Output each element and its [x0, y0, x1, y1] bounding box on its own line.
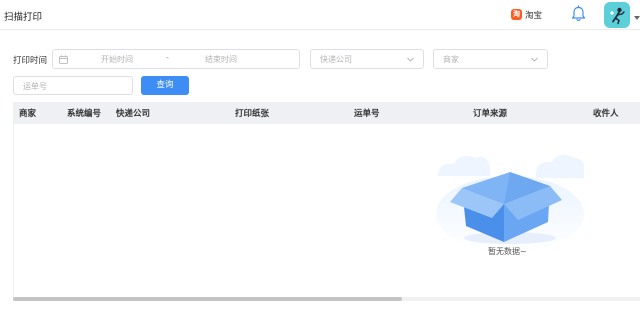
- column-header-recipient: 收件人: [593, 109, 619, 119]
- caret-down-icon[interactable]: [634, 16, 640, 20]
- date-start-input[interactable]: 开始时间: [101, 54, 133, 65]
- date-range-picker[interactable]: 开始时间 - 结束时间: [52, 49, 300, 69]
- date-end-input[interactable]: 结束时间: [205, 54, 237, 65]
- user-menu[interactable]: [604, 2, 640, 28]
- merchant-placeholder: 商家: [443, 55, 459, 64]
- taobao-logo-icon: 淘: [511, 9, 522, 20]
- express-company-placeholder: 快递公司: [320, 55, 352, 64]
- bell-icon[interactable]: [570, 5, 587, 23]
- column-header-merchant: 商家: [19, 109, 37, 119]
- page-title: 扫描打印: [4, 12, 43, 23]
- print-time-label: 打印时间: [13, 56, 48, 66]
- platform-switch[interactable]: 淘 淘宝: [511, 8, 542, 21]
- tracking-number-input[interactable]: 运单号: [13, 76, 133, 95]
- calendar-icon: [59, 55, 68, 64]
- query-button[interactable]: 查询: [141, 76, 189, 95]
- merchant-select[interactable]: 商家: [433, 49, 548, 69]
- table-header: 商家 系统编号 快递公司 打印纸张 运单号 订单来源 收件人: [13, 102, 640, 124]
- column-header-system-id: 系统编号: [67, 109, 102, 119]
- express-company-select[interactable]: 快递公司: [310, 49, 424, 69]
- column-header-express-company: 快递公司: [116, 109, 151, 119]
- app-header: 扫描打印 淘 淘宝: [0, 0, 640, 30]
- chevron-down-icon: [407, 57, 414, 62]
- empty-box-icon: [436, 154, 585, 252]
- column-header-order-source: 订单来源: [473, 109, 508, 119]
- column-header-print-paper: 打印纸张: [235, 109, 270, 119]
- chevron-down-icon: [531, 57, 538, 62]
- horizontal-scrollbar[interactable]: [13, 297, 640, 301]
- empty-state-text: 暂无数据~: [488, 247, 527, 256]
- date-separator: -: [166, 53, 169, 62]
- column-header-tracking-number: 运单号: [354, 109, 380, 119]
- user-avatar[interactable]: [604, 2, 630, 28]
- scrollbar-thumb[interactable]: [13, 297, 402, 301]
- platform-label: 淘宝: [525, 10, 543, 21]
- tracking-number-placeholder: 运单号: [23, 82, 47, 91]
- avatar-figure-icon: [610, 7, 625, 25]
